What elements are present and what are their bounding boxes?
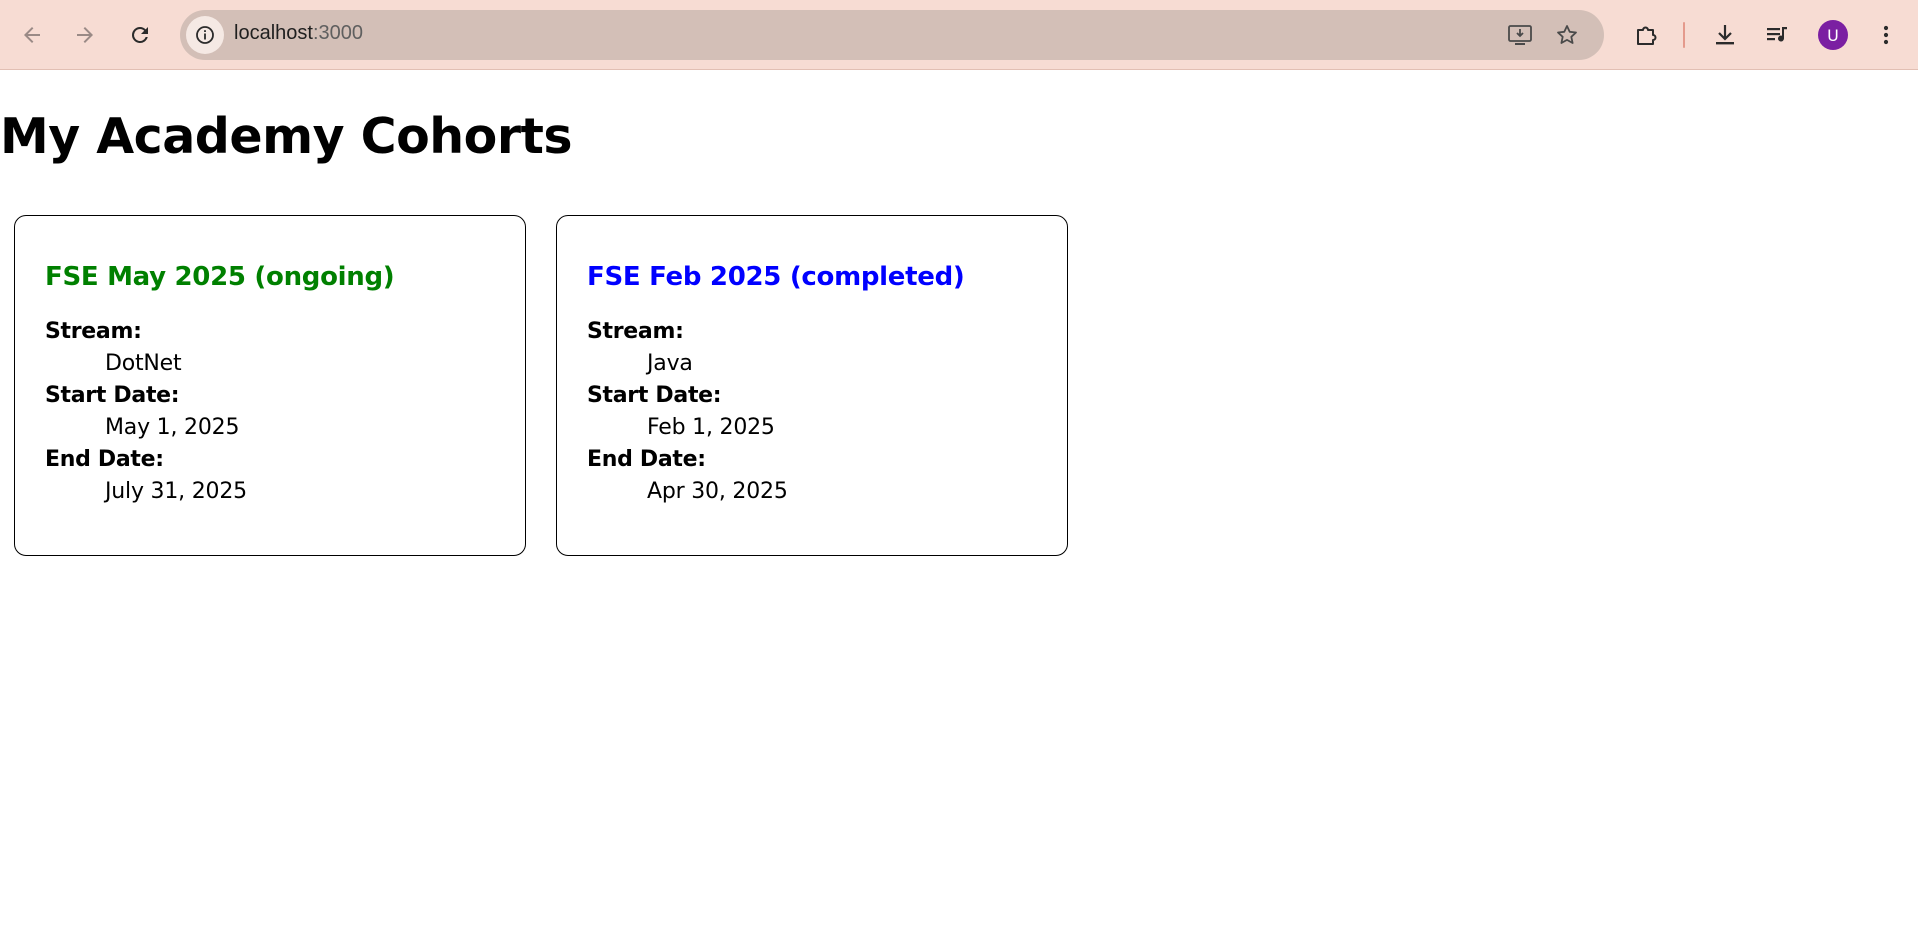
browser-menu-button[interactable] xyxy=(1866,15,1906,55)
start-date-value: Feb 1, 2025 xyxy=(647,415,775,440)
stream-label: Stream: xyxy=(45,319,142,344)
puzzle-icon xyxy=(1637,26,1657,45)
cohort-title: FSE Feb 2025 (completed) xyxy=(587,262,965,292)
install-app-icon xyxy=(1508,25,1532,45)
downloads-button[interactable] xyxy=(1705,15,1745,55)
media-controls-button[interactable] xyxy=(1758,15,1798,55)
stream-value: DotNet xyxy=(105,351,182,376)
download-icon xyxy=(1716,25,1734,45)
install-app-button[interactable] xyxy=(1505,20,1535,50)
reload-icon xyxy=(132,27,148,43)
end-date-value: July 31, 2025 xyxy=(105,479,247,504)
cohort-title: FSE May 2025 (ongoing) xyxy=(45,262,395,292)
cohort-details: Stream: DotNet Start Date: May 1, 2025 E… xyxy=(45,316,525,508)
stream-value: Java xyxy=(647,351,693,376)
browser-toolbar: localhost:3000 U xyxy=(0,0,1918,70)
end-date-label: End Date: xyxy=(45,447,164,472)
toolbar-separator xyxy=(1683,22,1685,48)
stream-label: Stream: xyxy=(587,319,684,344)
site-info-button[interactable] xyxy=(186,16,224,54)
forward-button[interactable] xyxy=(65,15,105,55)
page-title: My Academy Cohorts xyxy=(0,108,573,165)
start-date-label: Start Date: xyxy=(45,383,180,408)
url-port: :3000 xyxy=(312,22,363,44)
star-icon xyxy=(1557,25,1577,44)
cohort-details: Stream: Java Start Date: Feb 1, 2025 End… xyxy=(587,316,1067,508)
info-icon xyxy=(196,26,214,44)
start-date-value: May 1, 2025 xyxy=(105,415,240,440)
profile-avatar[interactable]: U xyxy=(1818,20,1848,50)
forward-arrow-icon xyxy=(77,27,93,43)
reload-button[interactable] xyxy=(120,15,160,55)
cohort-card: FSE Feb 2025 (completed) Stream: Java St… xyxy=(556,215,1068,556)
url-text[interactable]: localhost:3000 xyxy=(234,22,363,45)
extensions-button[interactable] xyxy=(1627,15,1667,55)
back-arrow-icon xyxy=(24,27,40,43)
end-date-value: Apr 30, 2025 xyxy=(647,479,788,504)
address-bar[interactable]: localhost:3000 xyxy=(180,10,1604,60)
cohort-list: FSE May 2025 (ongoing) Stream: DotNet St… xyxy=(14,215,1068,556)
end-date-label: End Date: xyxy=(587,447,706,472)
media-queue-icon xyxy=(1767,27,1787,42)
cohort-card: FSE May 2025 (ongoing) Stream: DotNet St… xyxy=(14,215,526,556)
url-host: localhost xyxy=(234,22,313,44)
back-button[interactable] xyxy=(12,15,52,55)
bookmark-button[interactable] xyxy=(1552,20,1582,50)
start-date-label: Start Date: xyxy=(587,383,722,408)
kebab-menu-icon xyxy=(1883,25,1889,45)
